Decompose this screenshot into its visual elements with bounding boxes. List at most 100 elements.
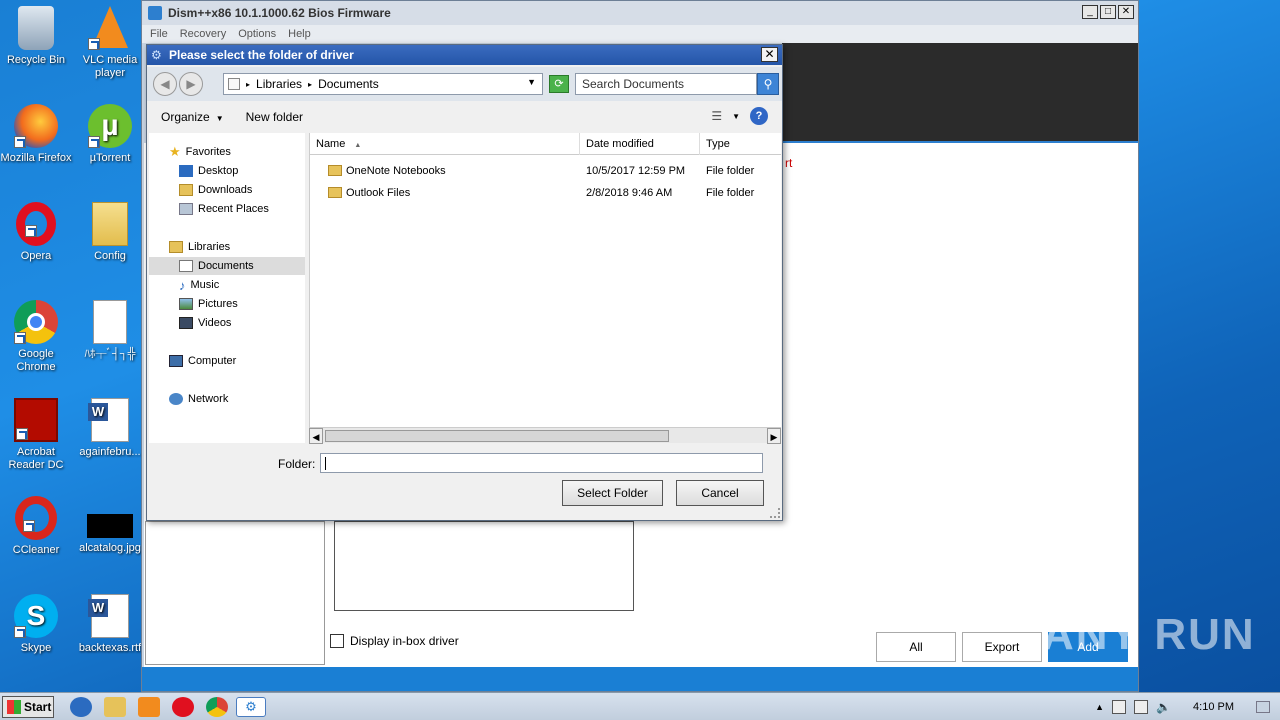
menu-recovery[interactable]: Recovery: [180, 28, 226, 40]
nav-music[interactable]: ♪ Music: [179, 276, 219, 294]
nav-computer[interactable]: Computer: [169, 352, 236, 370]
desktop-icon-config[interactable]: Config: [74, 202, 146, 263]
refresh-button[interactable]: ⟳: [549, 75, 569, 93]
nav-desktop[interactable]: Desktop: [179, 162, 238, 180]
resize-grip-icon[interactable]: [770, 508, 780, 518]
downloads-icon: [179, 184, 193, 196]
desktop-icon-opera[interactable]: Opera: [0, 202, 72, 263]
opera-icon[interactable]: [172, 697, 194, 717]
column-date-modified[interactable]: Date modified: [580, 133, 700, 155]
forward-button[interactable]: ▶: [179, 72, 203, 96]
desktop-icon-recycle-bin[interactable]: Recycle Bin: [0, 6, 72, 67]
file-type: File folder: [706, 187, 755, 199]
pictures-icon: [179, 298, 193, 310]
desktop-icon-acrobat[interactable]: Acrobat Reader DC: [0, 398, 72, 472]
dialog-close-button[interactable]: ✕: [761, 47, 778, 62]
nav-pictures[interactable]: Pictures: [179, 295, 238, 313]
show-desktop-button[interactable]: [1256, 701, 1270, 713]
menu-file[interactable]: File: [150, 28, 168, 40]
dism-driver-list[interactable]: [334, 521, 634, 611]
explorer-icon[interactable]: [104, 697, 126, 717]
nav-recent-places[interactable]: Recent Places: [179, 200, 269, 218]
file-row[interactable]: OneNote Notebooks 10/5/2017 12:59 PM Fil…: [310, 161, 781, 181]
search-input[interactable]: Search Documents: [575, 73, 757, 95]
desktop-icon-rtf[interactable]: W backtexas.rtf: [74, 594, 146, 655]
image-file-icon: [87, 514, 133, 538]
address-bar[interactable]: ▸ Libraries ▸ Documents ▼: [223, 73, 543, 95]
file-row[interactable]: Outlook Files 2/8/2018 9:46 AM File fold…: [310, 183, 781, 203]
checkbox-box[interactable]: [330, 634, 344, 648]
display-inbox-driver-checkbox[interactable]: Display in-box driver: [330, 634, 459, 648]
menu-options[interactable]: Options: [238, 28, 276, 40]
nav-label: Downloads: [198, 184, 253, 196]
videos-icon: [179, 317, 193, 329]
minimize-button[interactable]: _: [1082, 5, 1098, 19]
menu-help[interactable]: Help: [288, 28, 311, 40]
breadcrumb-documents[interactable]: Documents: [318, 77, 379, 91]
network-icon[interactable]: [1134, 700, 1149, 714]
desktop-icon-skype[interactable]: S Skype: [0, 594, 72, 655]
nav-documents[interactable]: Documents: [149, 257, 305, 275]
clock[interactable]: 4:10 PM: [1193, 701, 1234, 713]
chevron-up-icon[interactable]: ▲: [1095, 702, 1104, 712]
select-folder-button[interactable]: Select Folder: [562, 480, 663, 506]
desktop-icon-utorrent[interactable]: µ µTorrent: [74, 104, 146, 165]
chevron-down-icon[interactable]: ▼: [732, 112, 740, 121]
scroll-thumb[interactable]: [325, 430, 669, 442]
ccleaner-icon: [15, 496, 57, 540]
skype-icon: S: [14, 594, 58, 638]
chevron-down-icon[interactable]: ▼: [527, 77, 536, 87]
desktop-icon-label: backtexas.rtf: [78, 642, 142, 654]
vlc-icon: [88, 6, 132, 50]
start-button[interactable]: Start: [2, 696, 54, 718]
internet-explorer-icon[interactable]: [70, 697, 92, 717]
dialog-title-bar[interactable]: ⚙ Please select the folder of driver: [147, 45, 782, 65]
cancel-button[interactable]: Cancel: [676, 480, 764, 506]
media-player-icon[interactable]: [138, 697, 160, 717]
column-header: Name ▲ Date modified Type: [310, 133, 781, 155]
chrome-icon[interactable]: [206, 697, 228, 717]
nav-videos[interactable]: Videos: [179, 314, 231, 332]
column-type[interactable]: Type: [700, 133, 782, 155]
desktop-icon-ccleaner[interactable]: CCleaner: [0, 496, 72, 557]
export-button[interactable]: Export: [962, 632, 1042, 662]
checkbox-label: Display in-box driver: [350, 634, 459, 648]
dism-taskbar-button[interactable]: ⚙: [236, 697, 266, 717]
nav-label: Favorites: [185, 146, 231, 158]
star-icon: ★: [169, 144, 181, 159]
organize-menu[interactable]: Organize ▼: [161, 110, 224, 124]
close-button[interactable]: ✕: [1118, 5, 1134, 19]
search-button[interactable]: ⚲: [757, 73, 779, 95]
volume-icon[interactable]: 🔈: [1156, 700, 1171, 714]
back-button[interactable]: ◀: [153, 72, 177, 96]
view-options-icon[interactable]: ☰: [711, 109, 722, 123]
nav-libraries[interactable]: Libraries: [169, 238, 230, 256]
dism-title-bar[interactable]: Dism++x86 10.1.1000.62 Bios Firmware: [142, 1, 1138, 25]
nav-favorites[interactable]: ★ Favorites: [169, 143, 231, 161]
gear-icon: ⚙: [245, 699, 257, 714]
folder-icon: [328, 187, 342, 198]
all-button[interactable]: All: [876, 632, 956, 662]
organize-label: Organize: [161, 110, 210, 124]
scroll-left-icon[interactable]: ◀: [309, 428, 323, 444]
folder-input[interactable]: [320, 453, 763, 473]
desktop-icon-image[interactable]: alcatalog.jpg: [74, 496, 146, 555]
nav-downloads[interactable]: Downloads: [179, 181, 252, 199]
nav-network[interactable]: Network: [169, 390, 228, 408]
nav-label: Pictures: [198, 298, 238, 310]
maximize-button[interactable]: □: [1100, 5, 1116, 19]
desktop-icon-document[interactable]: ﾊﾎ┬ﾞ┤┐╬: [74, 300, 146, 361]
action-center-icon[interactable]: [1112, 700, 1127, 714]
horizontal-scrollbar[interactable]: ◀ ▶: [309, 427, 781, 444]
desktop-icon-vlc[interactable]: VLC media player: [74, 6, 146, 80]
desktop-icon-label: CCleaner: [12, 544, 60, 556]
scroll-right-icon[interactable]: ▶: [767, 428, 781, 444]
recycle-bin-icon: [18, 6, 54, 50]
breadcrumb-libraries[interactable]: Libraries: [256, 77, 302, 91]
new-folder-button[interactable]: New folder: [246, 110, 303, 124]
desktop-icon-firefox[interactable]: Mozilla Firefox: [0, 104, 72, 165]
column-name[interactable]: Name ▲: [310, 133, 580, 155]
help-icon[interactable]: ?: [750, 107, 768, 125]
desktop-icon-chrome[interactable]: Google Chrome: [0, 300, 72, 374]
desktop-icon-word-doc[interactable]: W againfebru...: [74, 398, 146, 459]
